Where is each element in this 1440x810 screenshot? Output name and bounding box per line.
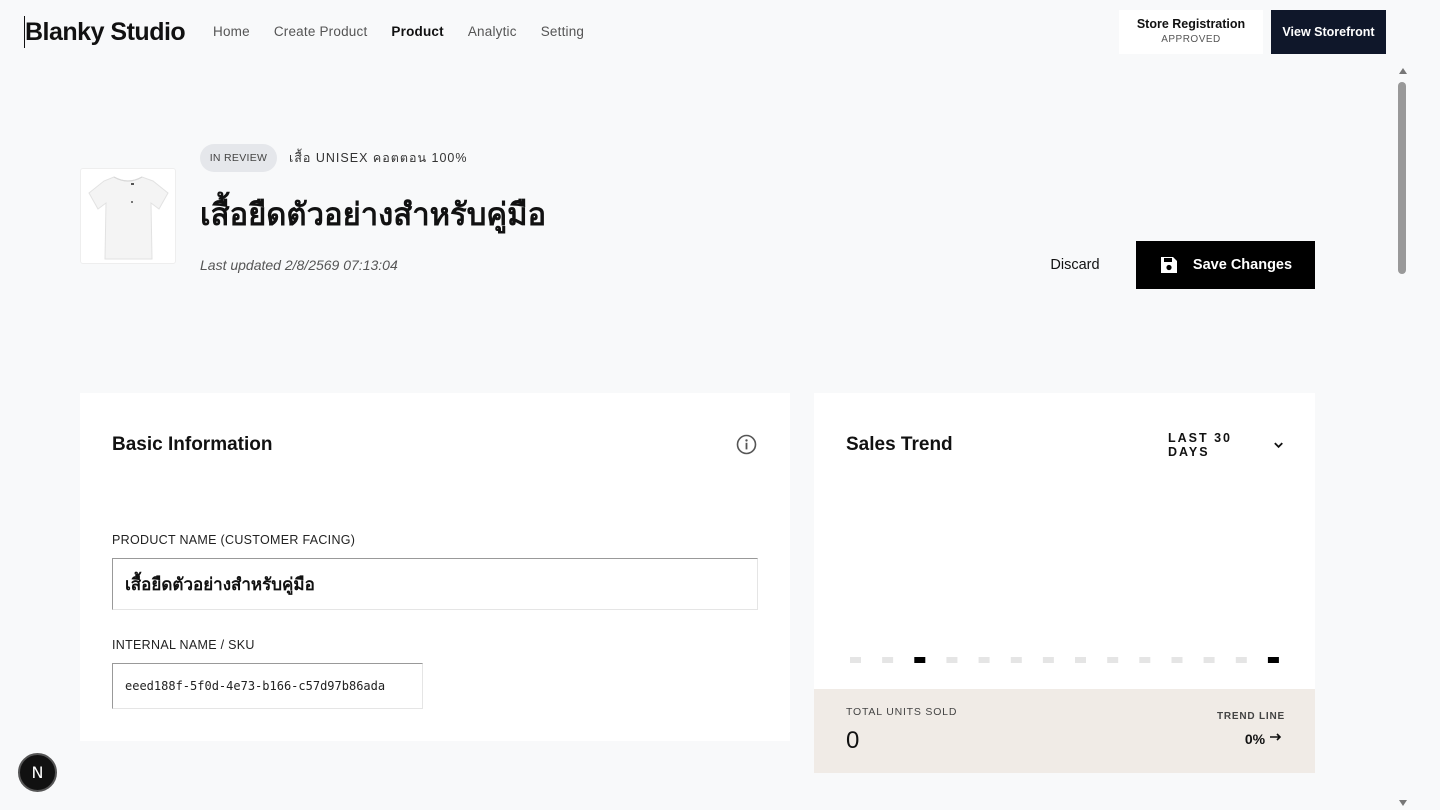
scroll-down-arrow[interactable] bbox=[1399, 800, 1407, 806]
top-nav-bar: Blanky Studio Home Create Product Produc… bbox=[0, 0, 1396, 64]
status-badge: IN REVIEW bbox=[200, 144, 277, 172]
total-units-sold-value: 0 bbox=[846, 727, 860, 754]
chart-bar bbox=[1267, 657, 1279, 663]
save-changes-label: Save Changes bbox=[1192, 257, 1293, 273]
trend-line-value-wrap: 0% bbox=[1245, 729, 1283, 749]
trend-line-label: TREND LINE bbox=[1217, 711, 1285, 722]
store-registration-status-text: APPROVED bbox=[1161, 34, 1221, 45]
last-updated-text: Last updated 2/8/2569 07:13:04 bbox=[200, 257, 398, 273]
chart-bar bbox=[978, 657, 990, 663]
total-units-sold-label: TOTAL UNITS SOLD bbox=[846, 706, 958, 718]
nav-create-product[interactable]: Create Product bbox=[274, 22, 368, 42]
basic-information-card: Basic Information PRODUCT NAME (CUSTOMER… bbox=[80, 393, 790, 741]
basic-information-title: Basic Information bbox=[112, 434, 273, 455]
product-category: เสื้อ UNISEX คอตตอน 100% bbox=[289, 151, 468, 165]
product-name-label: PRODUCT NAME (CUSTOMER FACING) bbox=[112, 533, 356, 547]
chart-bar bbox=[1171, 657, 1183, 663]
view-storefront-button[interactable]: View Storefront bbox=[1271, 10, 1386, 54]
sales-trend-card: Sales Trend LAST 30 DAYS TOTAL UNITS SOL… bbox=[814, 393, 1315, 773]
page-scrollbar[interactable] bbox=[1396, 66, 1410, 810]
date-range-select[interactable]: LAST 30 DAYS bbox=[1168, 431, 1284, 459]
sales-summary-footer: TOTAL UNITS SOLD 0 TREND LINE 0% bbox=[814, 689, 1315, 773]
chart-bar bbox=[1107, 657, 1119, 663]
store-registration-status[interactable]: Store Registration APPROVED bbox=[1119, 10, 1263, 54]
store-registration-title: Store Registration bbox=[1136, 17, 1246, 31]
nav-setting[interactable]: Setting bbox=[541, 22, 584, 42]
chevron-down-icon bbox=[1274, 442, 1283, 449]
chart-bar bbox=[1010, 657, 1022, 663]
sku-label: INTERNAL NAME / SKU bbox=[112, 638, 255, 652]
nav-analytic[interactable]: Analytic bbox=[468, 22, 517, 42]
nav-product[interactable]: Product bbox=[391, 22, 443, 42]
floppy-disk-icon bbox=[1160, 257, 1177, 273]
trend-line-value: 0% bbox=[1244, 731, 1266, 747]
page-title: เสื้อยืดตัวอย่างสำหรับคู่มือ bbox=[200, 197, 547, 232]
nav-home[interactable]: Home bbox=[213, 22, 250, 42]
product-thumbnail[interactable] bbox=[80, 168, 176, 264]
sku-input[interactable] bbox=[112, 663, 423, 709]
scroll-up-arrow[interactable] bbox=[1399, 68, 1407, 74]
chart-bar bbox=[914, 657, 926, 663]
info-icon[interactable] bbox=[736, 434, 757, 455]
scroll-thumb[interactable] bbox=[1398, 82, 1406, 274]
save-changes-button[interactable]: Save Changes bbox=[1136, 241, 1315, 289]
chart-bar bbox=[1075, 657, 1086, 663]
nextjs-dev-indicator[interactable]: N bbox=[18, 753, 57, 792]
arrow-right-icon bbox=[1270, 733, 1282, 741]
chart-bar bbox=[882, 657, 894, 663]
product-name-input[interactable] bbox=[112, 558, 758, 610]
main-nav: Home Create Product Product Analytic Set… bbox=[213, 22, 584, 42]
sales-trend-title: Sales Trend bbox=[846, 434, 953, 455]
discard-button[interactable]: Discard bbox=[1034, 250, 1116, 280]
brand-logo[interactable]: Blanky Studio bbox=[24, 16, 186, 48]
chart-bar bbox=[1235, 657, 1247, 663]
tshirt-icon bbox=[88, 176, 169, 260]
date-range-label: LAST 30 DAYS bbox=[1168, 431, 1233, 459]
chart-bar bbox=[1139, 657, 1151, 663]
chart-bar bbox=[1203, 657, 1215, 663]
chart-bar bbox=[1042, 657, 1054, 663]
chart-bar bbox=[946, 657, 958, 663]
sales-trend-chart bbox=[850, 657, 1279, 663]
chart-bar bbox=[850, 657, 861, 663]
